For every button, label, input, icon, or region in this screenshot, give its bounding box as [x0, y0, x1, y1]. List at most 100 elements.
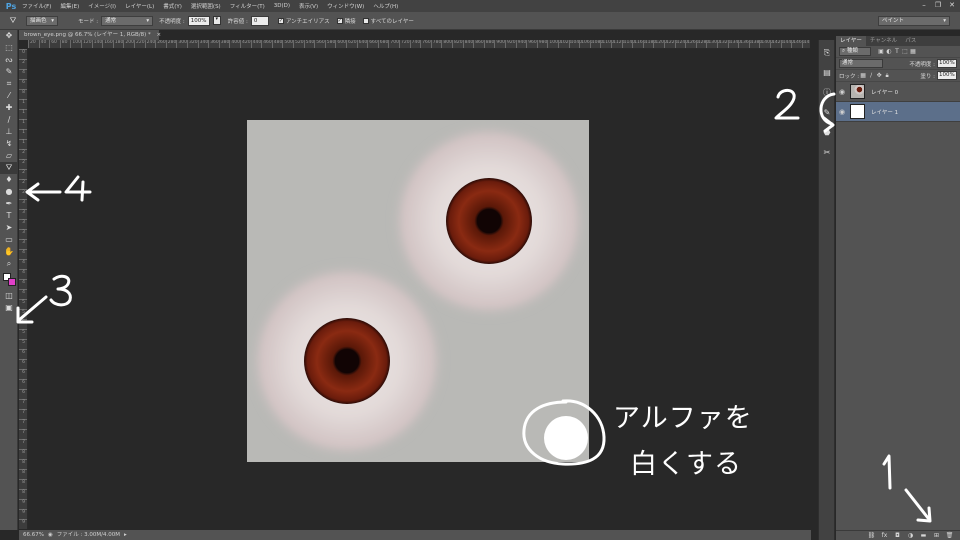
kind-filter-select[interactable]: ⌕ 種類: [839, 47, 871, 56]
clone-stamp-tool-icon[interactable]: ⊥: [0, 126, 18, 138]
quick-mask-icon[interactable]: ◫: [0, 290, 18, 302]
ruler-tick: 8: [19, 479, 27, 485]
menu-file[interactable]: ファイル(F): [22, 2, 51, 10]
quick-select-tool-icon[interactable]: ✎: [0, 66, 18, 78]
filter-type-icon[interactable]: T: [893, 48, 901, 55]
history-panel-icon[interactable]: ⎘: [819, 46, 835, 60]
tab-paths[interactable]: パス: [901, 36, 920, 46]
rectangle-tool-icon[interactable]: ▭: [0, 234, 18, 246]
blend-mode-select[interactable]: 通常: [839, 59, 883, 68]
clone-panel-icon[interactable]: ⬣: [819, 126, 835, 140]
document-canvas[interactable]: [247, 120, 589, 462]
mode-value: 通常: [105, 17, 117, 24]
eyedropper-tool-icon[interactable]: ⁄: [0, 90, 18, 102]
eraser-tool-icon[interactable]: ▱: [0, 150, 18, 162]
menu-help[interactable]: ヘルプ(H): [373, 2, 398, 10]
tab-channels[interactable]: チャンネル: [866, 36, 901, 46]
filter-smart-icon[interactable]: ▦: [909, 48, 917, 55]
tab-layers[interactable]: レイヤー: [836, 36, 866, 46]
tools-panel: ✥ ⬚ ᔓ ✎ ⌗ ⁄ ✚ ∕ ⊥ ↯ ▱ ⛛ ♦ ● ✒ T ➤ ▭ ✋ ⌕ …: [0, 30, 18, 530]
filter-pixel-icon[interactable]: ▣: [877, 48, 885, 55]
filter-shape-icon[interactable]: ⬚: [901, 48, 909, 55]
ruler-tick: 700: [388, 40, 399, 48]
healing-brush-tool-icon[interactable]: ✚: [0, 102, 18, 114]
delete-layer-icon[interactable]: 🗑︎: [943, 532, 956, 539]
ruler-tick: 5: [19, 309, 27, 315]
hand-tool-icon[interactable]: ✋: [0, 246, 18, 258]
antialias-checkbox[interactable]: ✓: [277, 17, 284, 24]
fill-source-select[interactable]: 描画色 ▾: [26, 15, 58, 26]
lock-pixels-icon[interactable]: ∕: [867, 72, 875, 79]
layer-opacity-input[interactable]: 100%: [937, 59, 957, 68]
opacity-input[interactable]: 100%: [187, 15, 210, 26]
layer-row-1[interactable]: ◉ レイヤー 1: [836, 102, 960, 122]
menu-window[interactable]: ウィンドウ(W): [327, 2, 364, 10]
dodge-tool-icon[interactable]: ●: [0, 186, 18, 198]
lock-position-icon[interactable]: ✥: [875, 72, 883, 79]
contiguous-checkbox[interactable]: ✓: [336, 17, 343, 24]
paint-bucket-icon[interactable]: ⛛: [6, 15, 20, 27]
zoom-tool-icon[interactable]: ⌕: [0, 258, 18, 270]
fill-input[interactable]: 100%: [937, 71, 957, 80]
new-group-icon[interactable]: ▬: [917, 532, 930, 539]
menu-3d[interactable]: 3D(D): [274, 3, 290, 9]
brush-tool-icon[interactable]: ∕: [0, 114, 18, 126]
ruler-tick: 4: [19, 269, 27, 275]
ruler-tick: 460: [261, 40, 272, 48]
paint-bucket-tool-icon[interactable]: ⛛: [0, 162, 18, 174]
history-brush-tool-icon[interactable]: ↯: [0, 138, 18, 150]
screen-mode-icon[interactable]: ▣: [0, 302, 18, 314]
menu-edit[interactable]: 編集(E): [60, 2, 79, 10]
info-panel-icon[interactable]: ⓘ: [819, 86, 835, 100]
menu-type[interactable]: 書式(Y): [163, 2, 182, 10]
ruler-tick: 320: [187, 40, 198, 48]
background-color-swatch[interactable]: [8, 278, 16, 286]
adjustment-layer-icon[interactable]: ◑: [904, 532, 917, 539]
document-tab[interactable]: brown_eye.png @ 66.7% (レイヤー 1, RGB/8) * …: [19, 30, 162, 40]
lasso-tool-icon[interactable]: ᔓ: [0, 54, 18, 66]
marquee-tool-icon[interactable]: ⬚: [0, 42, 18, 54]
ruler-tick: 520: [293, 40, 304, 48]
move-tool-icon[interactable]: ✥: [0, 30, 18, 42]
blur-tool-icon[interactable]: ♦: [0, 174, 18, 186]
close-tab-icon[interactable]: ×: [157, 32, 162, 38]
brush-panel-icon[interactable]: ✎: [819, 106, 835, 120]
layer-style-icon[interactable]: fx: [878, 532, 891, 539]
opacity-dropdown-icon[interactable]: ▾: [212, 16, 221, 25]
crop-tool-icon[interactable]: ⌗: [0, 78, 18, 90]
restore-button[interactable]: ❐: [932, 0, 944, 10]
ruler-tick: 160: [102, 40, 113, 48]
properties-panel-icon[interactable]: ▤: [819, 66, 835, 80]
pen-tool-icon[interactable]: ✒: [0, 198, 18, 210]
color-swatches: [0, 270, 18, 290]
menu-view[interactable]: 表示(V): [299, 2, 318, 10]
link-layers-icon[interactable]: ⛓: [865, 532, 878, 539]
status-info-icon[interactable]: ◉: [48, 530, 53, 540]
filter-adjust-icon[interactable]: ◐: [885, 48, 893, 55]
menu-image[interactable]: イメージ(I): [88, 2, 116, 10]
path-select-tool-icon[interactable]: ➤: [0, 222, 18, 234]
workspace-select[interactable]: ペイント ▾: [878, 16, 950, 26]
close-button[interactable]: ✕: [946, 0, 958, 10]
mode-select[interactable]: 通常 ▾: [101, 15, 154, 26]
menu-filter[interactable]: フィルター(T): [230, 2, 265, 10]
add-mask-icon[interactable]: ◘: [891, 532, 904, 539]
status-arrow-icon[interactable]: ▸: [124, 530, 127, 540]
tolerance-input[interactable]: 0: [250, 15, 269, 26]
ruler-tick: 740: [409, 40, 420, 48]
menu-layer[interactable]: レイヤー(L): [125, 2, 154, 10]
visibility-eye-icon[interactable]: ◉: [836, 88, 848, 96]
zoom-level[interactable]: 66.67%: [23, 530, 44, 540]
menu-select[interactable]: 選択範囲(S): [191, 2, 221, 10]
lock-transparency-icon[interactable]: ▦: [859, 72, 867, 79]
lock-all-icon[interactable]: 🔒︎: [883, 72, 891, 80]
chevron-down-icon: ▾: [146, 17, 150, 24]
new-layer-icon[interactable]: ⊞: [930, 532, 943, 539]
visibility-eye-icon[interactable]: ◉: [836, 108, 848, 116]
type-tool-icon[interactable]: T: [0, 210, 18, 222]
all-layers-checkbox[interactable]: [362, 17, 369, 24]
minimize-button[interactable]: –: [918, 0, 930, 10]
tools-preset-panel-icon[interactable]: ✂: [819, 146, 835, 160]
layer-row-0[interactable]: ◉ レイヤー 0: [836, 82, 960, 102]
status-bar: 66.67% ◉ ファイル : 3.00M/4.00M ▸: [19, 530, 811, 540]
